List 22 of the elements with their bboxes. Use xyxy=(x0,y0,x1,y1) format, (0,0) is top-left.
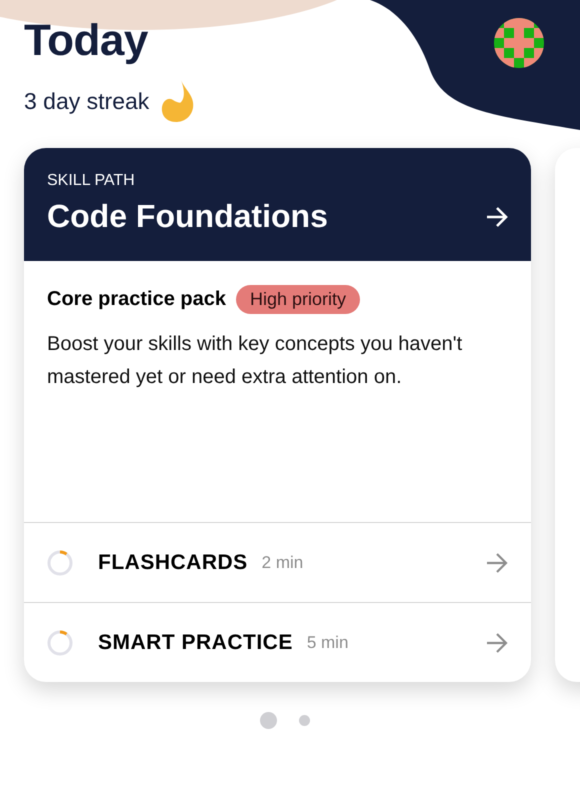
card-description: Boost your skills with key concepts you haven't mastered yet or need extra attention on. xyxy=(47,332,464,390)
activity-row[interactable]: SMART PRACTICE 5 min xyxy=(24,602,531,682)
pack-title: Core practice pack xyxy=(47,288,226,311)
progress-ring xyxy=(46,548,74,576)
activity-name: SMART PRACTICE xyxy=(98,630,293,654)
skill-path-card[interactable]: SKILL PATH Code Foundations Core practice pack High priority Boost your skills with key concepts you haven't mastered yet or need extra attention on. FLASHCARDS 2 min SMART PRACTICE 5 min xyxy=(24,148,531,682)
arrow-right-icon xyxy=(485,552,509,574)
page-title: Today xyxy=(24,16,148,66)
card-title: Code Foundations xyxy=(47,198,328,235)
activity-duration: 2 min xyxy=(262,552,304,572)
pager-dot[interactable] xyxy=(260,712,277,729)
priority-badge: High priority xyxy=(236,285,360,314)
activity-row[interactable]: FLASHCARDS 2 min xyxy=(24,522,531,602)
activity-name: FLASHCARDS xyxy=(98,550,248,574)
arrow-right-icon xyxy=(485,632,509,654)
pager-dot[interactable] xyxy=(299,715,310,726)
streak-text: 3 day streak xyxy=(24,88,150,114)
progress-ring xyxy=(46,628,74,656)
arrow-right-icon[interactable] xyxy=(485,206,509,228)
card-eyebrow: SKILL PATH xyxy=(47,172,136,190)
flame-icon xyxy=(161,80,196,122)
activity-duration: 5 min xyxy=(306,632,348,652)
